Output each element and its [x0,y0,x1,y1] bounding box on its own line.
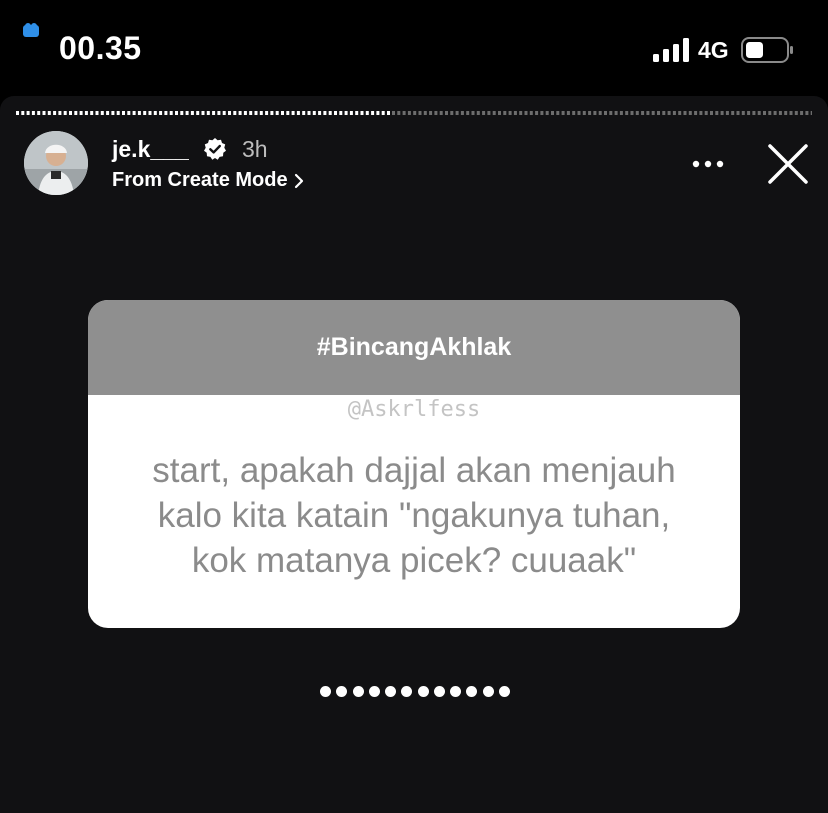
create-mode-link[interactable]: From Create Mode [112,169,304,192]
more-options-icon[interactable] [690,152,726,176]
question-text: start, apakah dajjal akan menjauh kalo k… [88,448,740,583]
avatar[interactable] [24,131,88,195]
chevron-right-icon [294,173,303,188]
dot [482,686,494,697]
watermark: @Askrlfess [347,397,481,422]
clock: 00.35 [59,30,142,66]
question-sticker[interactable]: #BincangAkhlak @Askrlfess start, apakah … [88,300,740,628]
app-notification-icon [23,23,39,37]
dot [417,686,429,697]
dot [498,686,510,697]
question-header: #BincangAkhlak [88,300,740,395]
dot [450,686,462,697]
dot [320,686,331,697]
dot [352,686,364,697]
dot [336,686,348,697]
network-type: 4G [698,37,729,63]
verified-badge-icon [204,138,226,160]
dot [385,686,397,697]
create-mode-label: From Create Mode [112,169,288,191]
question-line: kok matanya picek? cuuaak" [191,541,637,580]
username[interactable]: je.k___ [112,136,189,163]
post-time: 3h [242,136,268,162]
status-bar: 00.35 4G [0,0,828,96]
story-progress-bar [16,111,812,115]
battery-icon [741,37,793,63]
dot [466,686,478,697]
reply-dots[interactable] [320,686,510,698]
dot [368,686,380,697]
dot [401,686,413,697]
signal-icon [653,38,689,62]
question-line: start, apakah dajjal akan menjauh [152,451,676,490]
close-icon[interactable] [766,142,810,186]
question-line: kalo kita katain "ngakunya tuhan, [157,496,671,535]
dot [433,686,445,697]
